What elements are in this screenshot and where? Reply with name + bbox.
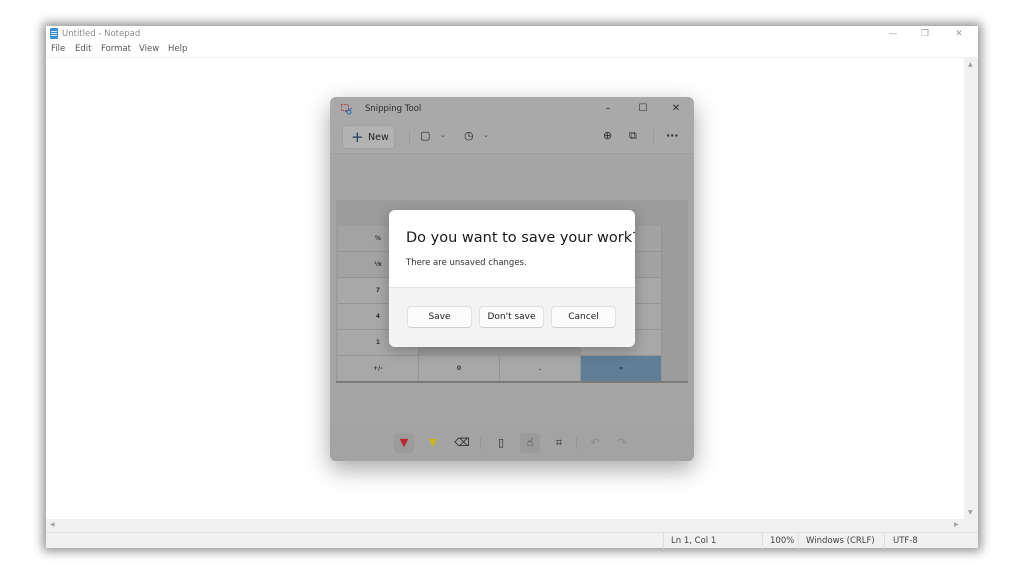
toolbar-divider — [409, 130, 410, 144]
delay-timer-icon[interactable]: ◷ — [464, 129, 474, 143]
touch-writing-icon[interactable]: ☝ — [520, 433, 540, 453]
more-options-icon[interactable]: ··· — [666, 129, 679, 143]
calc-key: 0 — [419, 356, 500, 382]
snip-mode-icon[interactable]: ▢ — [420, 129, 430, 143]
status-bar: Ln 1, Col 1 100% Windows (CRLF) UTF-8 — [46, 532, 978, 549]
status-cursor-position: Ln 1, Col 1 — [671, 536, 717, 546]
highlighter-icon[interactable]: ▼ — [423, 433, 443, 453]
redo-icon[interactable]: ↷ — [612, 433, 632, 453]
vertical-scrollbar[interactable]: ▲ ▼ — [964, 57, 978, 519]
status-divider — [663, 533, 664, 549]
dialog-title: Do you want to save your work? — [406, 230, 635, 246]
calc-row: +/- 0 . = — [338, 356, 662, 382]
calc-key: +/- — [338, 356, 419, 382]
status-divider — [762, 533, 763, 549]
toolbar-divider — [653, 130, 654, 144]
snipping-tool-title: Snipping Tool — [365, 104, 422, 114]
chevron-down-icon[interactable]: ⌄ — [483, 131, 489, 139]
dialog-footer: Save Don't save Cancel — [389, 287, 635, 347]
snipping-toolbar: + New ▢ ⌄ ◷ ⌄ ⊕ ⧉ ··· — [330, 123, 694, 151]
minimize-button[interactable]: — — [878, 26, 908, 43]
chevron-down-icon[interactable]: ⌄ — [440, 131, 446, 139]
calc-key: . — [500, 356, 581, 382]
save-button[interactable]: Save — [407, 306, 472, 328]
menu-help[interactable]: Help — [168, 44, 187, 54]
scroll-down-icon[interactable]: ▼ — [968, 509, 973, 516]
plus-icon: + — [351, 128, 364, 146]
scroll-right-icon[interactable]: ▶ — [954, 521, 959, 528]
status-zoom: 100% — [770, 536, 795, 546]
scissors-icon — [341, 104, 353, 115]
notepad-app-icon — [50, 28, 58, 39]
status-encoding: UTF-8 — [893, 536, 918, 546]
markup-toolbar: ▼ ▼ ⌫ ▯ ☝ ⌗ ↶ ↷ — [330, 425, 694, 461]
menu-format[interactable]: Format — [101, 44, 131, 54]
snip-maximize-button[interactable]: ☐ — [633, 101, 653, 117]
dialog-message: There are unsaved changes. — [406, 258, 527, 268]
calc-key — [365, 202, 392, 226]
horizontal-scrollbar[interactable]: ◀ ▶ — [46, 519, 964, 532]
notepad-title: Untitled - Notepad — [62, 29, 141, 39]
save-dialog: Do you want to save your work? There are… — [389, 210, 635, 347]
new-label: New — [368, 132, 389, 143]
maximize-button[interactable]: ❐ — [910, 26, 940, 43]
dont-save-button[interactable]: Don't save — [479, 306, 544, 328]
menu-edit[interactable]: Edit — [75, 44, 91, 54]
zoom-icon[interactable]: ⊕ — [603, 129, 612, 143]
desktop: Untitled - Notepad — ❐ ✕ File Edit Forma… — [0, 0, 1024, 576]
calc-border — [336, 381, 688, 383]
notepad-titlebar[interactable]: Untitled - Notepad — ❐ ✕ — [46, 26, 978, 43]
snip-minimize-button[interactable]: – — [598, 101, 618, 117]
ruler-icon[interactable]: ▯ — [491, 433, 511, 453]
scroll-up-icon[interactable]: ▲ — [968, 61, 973, 68]
cancel-button[interactable]: Cancel — [551, 306, 616, 328]
new-snip-button[interactable]: + New — [342, 125, 395, 149]
menu-bar: File Edit Format View Help — [46, 43, 978, 57]
eraser-icon[interactable]: ⌫ — [452, 433, 472, 453]
crop-icon[interactable]: ⌗ — [549, 433, 569, 453]
close-button[interactable]: ✕ — [944, 26, 974, 43]
copy-icon[interactable]: ⧉ — [629, 129, 637, 143]
calc-key — [338, 202, 365, 226]
status-line-ending: Windows (CRLF) — [806, 536, 875, 546]
scrollbar-corner — [964, 519, 978, 532]
undo-icon[interactable]: ↶ — [585, 433, 605, 453]
status-divider — [884, 533, 885, 549]
ballpoint-pen-icon[interactable]: ▼ — [394, 433, 414, 453]
scroll-left-icon[interactable]: ◀ — [50, 521, 55, 528]
menu-view[interactable]: View — [139, 44, 159, 54]
calc-key-equals: = — [581, 356, 662, 382]
toolbar-divider — [576, 437, 577, 449]
snip-close-button[interactable]: ✕ — [666, 101, 686, 117]
snipping-tool-titlebar[interactable]: Snipping Tool – ☐ ✕ — [330, 97, 694, 121]
menu-file[interactable]: File — [51, 44, 65, 54]
status-divider — [798, 533, 799, 549]
toolbar-divider — [480, 437, 481, 449]
